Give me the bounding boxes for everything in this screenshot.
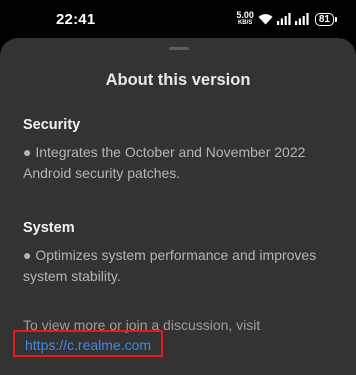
realme-community-link[interactable]: https://c.realme.com <box>25 337 151 353</box>
signal-icon <box>294 13 309 25</box>
security-body: ● Integrates the October and November 20… <box>23 144 306 181</box>
system-body: ● Optimizes system performance and impro… <box>23 247 317 284</box>
network-speed-unit: KB/S <box>237 20 253 26</box>
status-bar: 22:41 5.00 KB/S 81 <box>0 0 356 38</box>
status-icons: 5.00 KB/S 81 <box>236 10 338 28</box>
status-time: 22:41 <box>56 11 96 28</box>
network-speed-value: 5.00 <box>236 10 254 20</box>
wifi-icon <box>258 14 273 25</box>
about-version-sheet: About this version Security ● Integrates… <box>0 38 356 375</box>
system-heading: System <box>23 220 75 236</box>
network-speed: 5.00 KB/S <box>236 11 254 27</box>
security-heading: Security <box>23 117 81 133</box>
link-highlight-box: https://c.realme.com <box>13 330 163 357</box>
signal-icon <box>276 13 291 25</box>
drag-handle[interactable] <box>169 47 189 50</box>
battery-icon: 81 <box>314 12 338 26</box>
sheet-title: About this version <box>105 71 251 89</box>
